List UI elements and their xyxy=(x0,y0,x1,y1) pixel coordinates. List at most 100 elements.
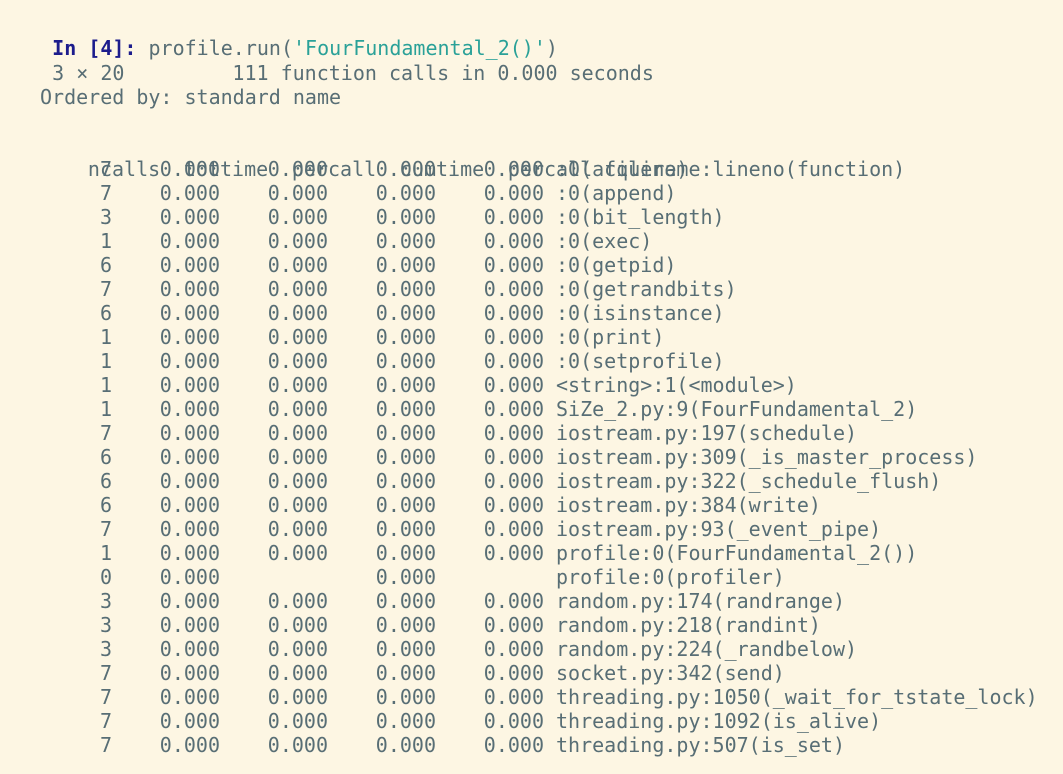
cell-cumtime: 0.000 xyxy=(375,517,436,541)
cell-percall: 0.000 xyxy=(267,205,328,229)
cell-percall-cum: 0.000 xyxy=(483,469,544,493)
table-row: 7 0.000 0.000 0.000 0.000:0(append) xyxy=(4,181,1038,205)
cell-percall: 0.000 xyxy=(267,157,328,181)
cell-percall-cum: 0.000 xyxy=(483,181,544,205)
cell-tottime: 0.000 xyxy=(159,493,220,517)
cell-percall-cum: 0.000 xyxy=(483,301,544,325)
cell-percall: 0.000 xyxy=(267,469,328,493)
cell-percall-cum: 0.000 xyxy=(483,445,544,469)
cell-ncalls: 6 xyxy=(99,493,112,517)
cell-tottime: 0.000 xyxy=(159,373,220,397)
cell-cumtime: 0.000 xyxy=(375,637,436,661)
cell-ncalls: 1 xyxy=(99,373,112,397)
table-row: 7 0.000 0.000 0.000 0.000 socket.py:342(send) xyxy=(4,661,1038,685)
table-row: 1 0.000 0.000 0.000 0.000:0(print) xyxy=(4,325,1038,349)
cell-tottime: 0.000 xyxy=(159,277,220,301)
cell-filename: SiZe_2.py:9(FourFundamental_2) xyxy=(556,397,918,421)
cell-percall: 0.000 xyxy=(267,421,328,445)
table-row: 1 0.000 0.000 0.000 0.000 profile:0(FourFunda… xyxy=(4,541,1038,565)
cell-percall-cum: 0.000 xyxy=(483,517,544,541)
cell-tottime: 0.000 xyxy=(159,733,220,757)
cell-filename: :0(setprofile) xyxy=(556,349,725,373)
cell-filename: :0(exec) xyxy=(556,229,653,253)
cell-percall: 0.000 xyxy=(267,709,328,733)
cell-percall-cum: 0.000 xyxy=(483,253,544,277)
cell-tottime: 0.000 xyxy=(159,541,220,565)
cell-tottime: 0.000 xyxy=(159,181,220,205)
cell-cumtime: 0.000 xyxy=(375,709,436,733)
cell-ncalls: 3 xyxy=(99,637,112,661)
cell-percall: 0.000 xyxy=(267,349,328,373)
table-row: 1 0.000 0.000 0.000 0.000:0(exec) xyxy=(4,229,1038,253)
cell-cumtime: 0.000 xyxy=(375,445,436,469)
cell-filename: iostream.py:93(_event_pipe) xyxy=(556,517,882,541)
cell-filename: :0(bit_length) xyxy=(556,205,725,229)
cell-percall: 0.000 xyxy=(267,517,328,541)
cell-cumtime: 0.000 xyxy=(375,397,436,421)
cell-tottime: 0.000 xyxy=(159,709,220,733)
cell-percall-cum: 0.000 xyxy=(483,373,544,397)
cell-tottime: 0.000 xyxy=(159,229,220,253)
table-row: 7 0.000 0.000 0.000 0.000:0(getrandbits) xyxy=(4,277,1038,301)
cell-tottime: 0.000 xyxy=(159,445,220,469)
table-row: 7 0.000 0.000 0.000 0.000 threading.py:1050(_… xyxy=(4,685,1038,709)
cell-percall-cum: 0.000 xyxy=(483,157,544,181)
cell-percall: 0.000 xyxy=(267,589,328,613)
cell-percall: 0.000 xyxy=(267,301,328,325)
cell-filename: :0(print) xyxy=(556,325,665,349)
cell-percall-cum: 0.000 xyxy=(483,205,544,229)
cell-percall-cum: 0.000 xyxy=(483,733,544,757)
cell-filename: iostream.py:322(_schedule_flush) xyxy=(556,469,942,493)
table-row: 7 0.000 0.000 0.000 0.000 threading.py:1092(i… xyxy=(4,709,1038,733)
cell-percall-cum: 0.000 xyxy=(483,277,544,301)
cell-filename: random.py:218(randint) xyxy=(556,613,821,637)
cell-filename: threading.py:507(is_set) xyxy=(556,733,845,757)
output-summary: 111 function calls in 0.000 seconds xyxy=(232,61,654,85)
cell-percall-cum: 0.000 xyxy=(483,709,544,733)
cell-tottime: 0.000 xyxy=(159,613,220,637)
cell-ncalls: 1 xyxy=(99,397,112,421)
cell-filename: :0(getrandbits) xyxy=(556,277,737,301)
input-cell[interactable]: In [4]: profile.run('FourFundamental_2()… xyxy=(4,12,558,60)
profile-table-body: 7 0.000 0.000 0.000 0.000:0(acquire) 7 0.000 0.… xyxy=(4,157,1038,757)
cell-cumtime: 0.000 xyxy=(375,325,436,349)
cell-tottime: 0.000 xyxy=(159,589,220,613)
cell-tottime: 0.000 xyxy=(159,469,220,493)
table-row: 3 0.000 0.000 0.000 0.000 random.py:174(randr… xyxy=(4,589,1038,613)
cell-percall: 0.000 xyxy=(267,661,328,685)
cell-ncalls: 3 xyxy=(99,205,112,229)
cell-cumtime: 0.000 xyxy=(375,301,436,325)
table-row: 6 0.000 0.000 0.000 0.000:0(getpid) xyxy=(4,253,1038,277)
cell-ncalls: 0 xyxy=(99,565,112,589)
cell-cumtime: 0.000 xyxy=(375,229,436,253)
cell-percall-cum: 0.000 xyxy=(483,541,544,565)
cell-tottime: 0.000 xyxy=(159,637,220,661)
cell-percall: 0.000 xyxy=(267,733,328,757)
cell-percall-cum: 0.000 xyxy=(483,613,544,637)
cell-filename: :0(getpid) xyxy=(556,253,677,277)
cell-ncalls: 6 xyxy=(99,253,112,277)
cell-filename: :0(isinstance) xyxy=(556,301,725,325)
cell-tottime: 0.000 xyxy=(159,517,220,541)
cell-cumtime: 0.000 xyxy=(375,421,436,445)
table-row: 7 0.000 0.000 0.000 0.000:0(acquire) xyxy=(4,157,1038,181)
cell-ncalls: 1 xyxy=(99,325,112,349)
cell-cumtime: 0.000 xyxy=(375,157,436,181)
cell-cumtime: 0.000 xyxy=(375,205,436,229)
cell-cumtime: 0.000 xyxy=(375,349,436,373)
cell-percall-cum: 0.000 xyxy=(483,421,544,445)
table-row: 3 0.000 0.000 0.000 0.000 random.py:224(_rand… xyxy=(4,637,1038,661)
cell-percall: 0.000 xyxy=(267,445,328,469)
cell-percall: 0.000 xyxy=(267,493,328,517)
cell-cumtime: 0.000 xyxy=(375,541,436,565)
cell-percall: 0.000 xyxy=(267,685,328,709)
table-row: 1 0.000 0.000 0.000 0.000 SiZe_2.py:9(FourFun… xyxy=(4,397,1038,421)
cell-ncalls: 6 xyxy=(99,445,112,469)
table-row: 3 0.000 0.000 0.000 0.000 random.py:218(randi… xyxy=(4,613,1038,637)
cell-percall-cum: 0.000 xyxy=(483,325,544,349)
cell-ncalls: 7 xyxy=(99,685,112,709)
cell-tottime: 0.000 xyxy=(159,157,220,181)
cell-ncalls: 7 xyxy=(99,421,112,445)
cell-ncalls: 1 xyxy=(99,349,112,373)
cell-ncalls: 1 xyxy=(99,541,112,565)
